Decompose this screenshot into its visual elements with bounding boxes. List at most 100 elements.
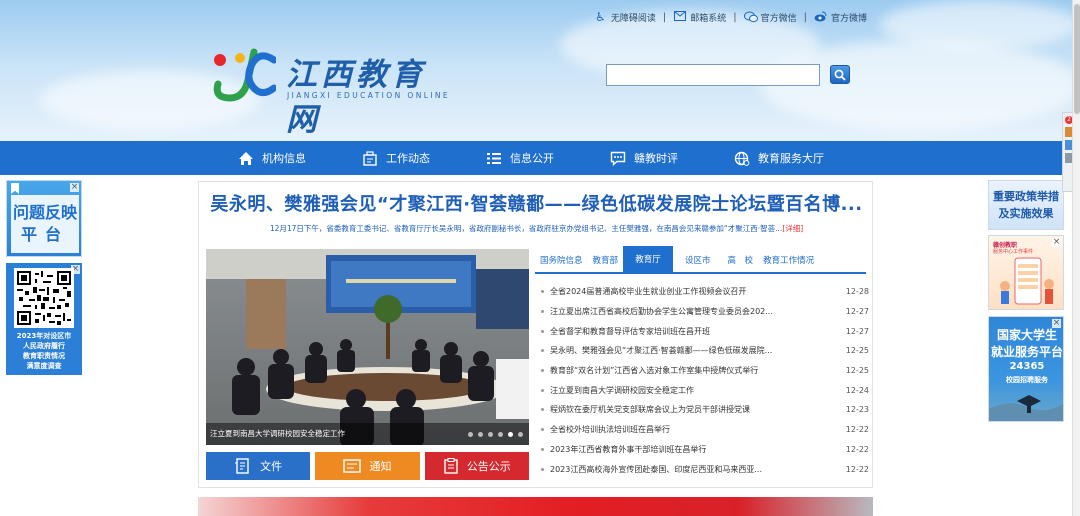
feedback-ad-body: 问题反映 平台 [11,195,79,253]
search-button[interactable] [830,65,850,84]
news-item[interactable]: 全省2024届普通高校毕业生就业创业工作视频会议召开 12-28 [539,282,869,302]
close-icon[interactable]: × [70,183,79,192]
news-item[interactable]: 全省校外培训执法培训班在昌举行 12-22 [539,420,869,440]
tab-education-dept[interactable]: 教育厅 [623,246,674,272]
mail-link[interactable]: 邮箱系统 [666,11,733,24]
news-item[interactable]: 吴永明、樊雅强会见“才聚江西·智荟赣鄱——绿色低碳发展院... 12-25 [539,341,869,361]
tab-ministry[interactable]: 教育部 [588,248,624,272]
tab-state-council[interactable]: 国务院信息 [535,248,588,272]
news-title[interactable]: 全省校外培训执法培训班在昌举行 [550,424,833,435]
bookmark-icon [11,183,19,194]
carousel-dot[interactable] [508,432,513,437]
more-link[interactable]: [详细] [782,224,803,233]
logo-mark-icon [213,48,276,102]
carousel-dot[interactable] [498,432,503,437]
news-date: 12-25 [845,366,869,376]
nav-label: 信息公开 [510,152,554,165]
policy-ad-line1: 重要政策举措 [993,190,1059,203]
nav-label: 工作动态 [386,152,430,165]
news-date: 12-22 [845,444,869,454]
news-item[interactable]: 2023江西高校海外宣传团赴泰国、印度尼西亚和马来西亚... 12-22 [539,459,869,479]
news-item[interactable]: 汪立夏到南昌大学调研校园安全稳定工作 12-24 [539,380,869,400]
announcement-icon [444,458,458,474]
accessibility-link[interactable]: ♿ 无障碍阅读 [587,11,663,25]
meeting-photo [206,249,529,445]
news-title[interactable]: 全省2024届普通高校毕业生就业创业工作视频会议召开 [550,286,833,297]
bullet-icon [541,290,544,294]
wechat-link[interactable]: 官方微信 [737,11,804,24]
nav-item-service-hall[interactable]: 教育服务大厅 [706,141,852,175]
policy-ad-line2: 及实施效果 [998,207,1054,220]
policy-ad[interactable]: 重要政策举措 及实施效果 [988,180,1064,230]
career-ad-title: 国家大学生 就业服务平台 [989,327,1063,361]
quick-buttons: 文件 通知 公告公示 [206,452,529,480]
nav-item-work-news[interactable]: 工作动态 [334,141,458,175]
news-item[interactable]: 2023年江西省教育外事干部培训班在昌举行 12-22 [539,440,869,460]
news-title[interactable]: 2023江西高校海外宣传团赴泰国、印度尼西亚和马来西亚... [550,464,833,475]
news-title[interactable]: 2023年江西省教育外事干部培训班在昌举行 [550,444,833,455]
announcement-button[interactable]: 公告公示 [424,452,529,480]
news-title[interactable]: 程炳钦在委厅机关党支部联席会议上为党员干部讲授党课 [550,404,833,415]
news-item[interactable]: 全省督学和教育督导评估专家培训班在昌开班 12-27 [539,321,869,341]
career-line: 就业服务平台 [990,345,1063,359]
search-input[interactable] [606,64,820,86]
tab-work-status[interactable]: 教育工作情况 [758,248,819,272]
scroll-thumb[interactable] [1074,4,1080,114]
news-item[interactable]: 汪立夏出席江西省高校后勤协会学生公寓管理专业委员会202... 12-27 [539,302,869,322]
news-list: 全省2024届普通高校毕业生就业创业工作视频会议召开 12-28 汪立夏出席江西省高… [539,282,869,479]
bullet-icon [541,447,544,451]
weibo-label: 官方微博 [830,14,867,24]
survey-line: 人民政府履行 [23,342,65,350]
news-title[interactable]: 全省督学和教育督导评估专家培训班在昌开班 [550,326,833,337]
workflow-icon [362,150,378,166]
nav-item-commentary[interactable]: 赣教时评 [582,141,706,175]
bullet-icon [541,388,544,392]
document-button[interactable]: 文件 [206,452,311,480]
logo-english-name: JIANGXI EDUCATION ONLINE [287,91,451,100]
carousel-dot[interactable] [478,432,483,437]
carousel-dots [468,432,523,437]
document-button-label: 文件 [260,460,283,473]
carousel-dot[interactable] [468,432,473,437]
nav-item-institution[interactable]: 机构信息 [210,141,334,175]
news-date: 12-23 [845,405,869,415]
mail-icon [673,11,686,24]
news-item[interactable]: 程炳钦在委厅机关党支部联席会议上为党员干部讲授党课 12-23 [539,400,869,420]
survey-line: 满意度调查 [26,362,62,370]
bullet-icon [541,349,544,353]
feedback-ad-title: 问题反映 [12,203,77,222]
notice-button[interactable]: 通知 [315,452,420,480]
news-title[interactable]: 汪立夏出席江西省高校后勤协会学生公寓管理专业委员会202... [550,306,833,317]
career-platform-ad[interactable]: × 国家大学生 就业服务平台 24365 校园招聘服务 [988,316,1064,422]
tab-cities[interactable]: 设区市 [673,248,723,272]
carousel-dot[interactable] [488,432,493,437]
close-icon[interactable]: × [1052,238,1061,247]
nav-label: 教育服务大厅 [758,152,824,165]
feedback-ad-subtitle: 平台 [20,225,69,244]
news-title[interactable]: 吴永明、樊雅强会见“才聚江西·智荟赣鄱——绿色低碳发展院... [550,345,833,356]
headline-title[interactable]: 吴永明、樊雅强会见“才聚江西·智荟赣鄱——绿色低碳发展院士论坛暨百名博... [199,190,874,216]
nav-item-disclosure[interactable]: 信息公开 [458,141,582,175]
announcement-button-label: 公告公示 [466,460,511,473]
survey-qr-ad[interactable]: × 2023年对设区市 人民政府履行 教育职责情况 满意度调查 [6,263,82,375]
vertical-scrollbar[interactable] [1072,0,1080,516]
site-logo[interactable]: 江西教育网 JIANGXI EDUCATION ONLINE [210,46,460,138]
recruitment-ad[interactable]: × 赣创教职 服务中心工作事件 [988,235,1064,310]
news-title[interactable]: 汪立夏到南昌大学调研校园安全稳定工作 [550,385,833,396]
bullet-icon [541,369,544,373]
tab-universities[interactable]: 高 校 [723,248,759,272]
carousel-dot[interactable] [518,432,523,437]
bullet-icon [541,467,544,471]
summary-text: 12月17日下午，省委教育工委书记、省教育厅厅长吴永明，省政府副秘书长，省政府驻… [269,224,783,233]
weibo-link[interactable]: 官方微博 [807,11,874,24]
feedback-platform-ad[interactable]: × 问题反映 平台 [6,180,82,257]
news-photo-carousel[interactable]: 汪立夏到南昌大学调研校园安全稳定工作 [206,249,529,445]
news-date: 12-27 [845,326,869,336]
career-line: 国家大学生 [996,328,1057,342]
recruit-ad-subtitle: 服务中心工作事件 [993,249,1034,255]
main-nav: 机构信息 工作动态 信息公开 赣教时评 教育服务大厅 [0,141,1062,175]
promo-banner[interactable] [198,497,873,516]
news-item[interactable]: 教育部“双名计划”江西省入选对象工作室集中授牌仪式举行 12-25 [539,361,869,381]
bullet-icon [541,329,544,333]
news-title[interactable]: 教育部“双名计划”江西省入选对象工作室集中授牌仪式举行 [550,365,833,376]
